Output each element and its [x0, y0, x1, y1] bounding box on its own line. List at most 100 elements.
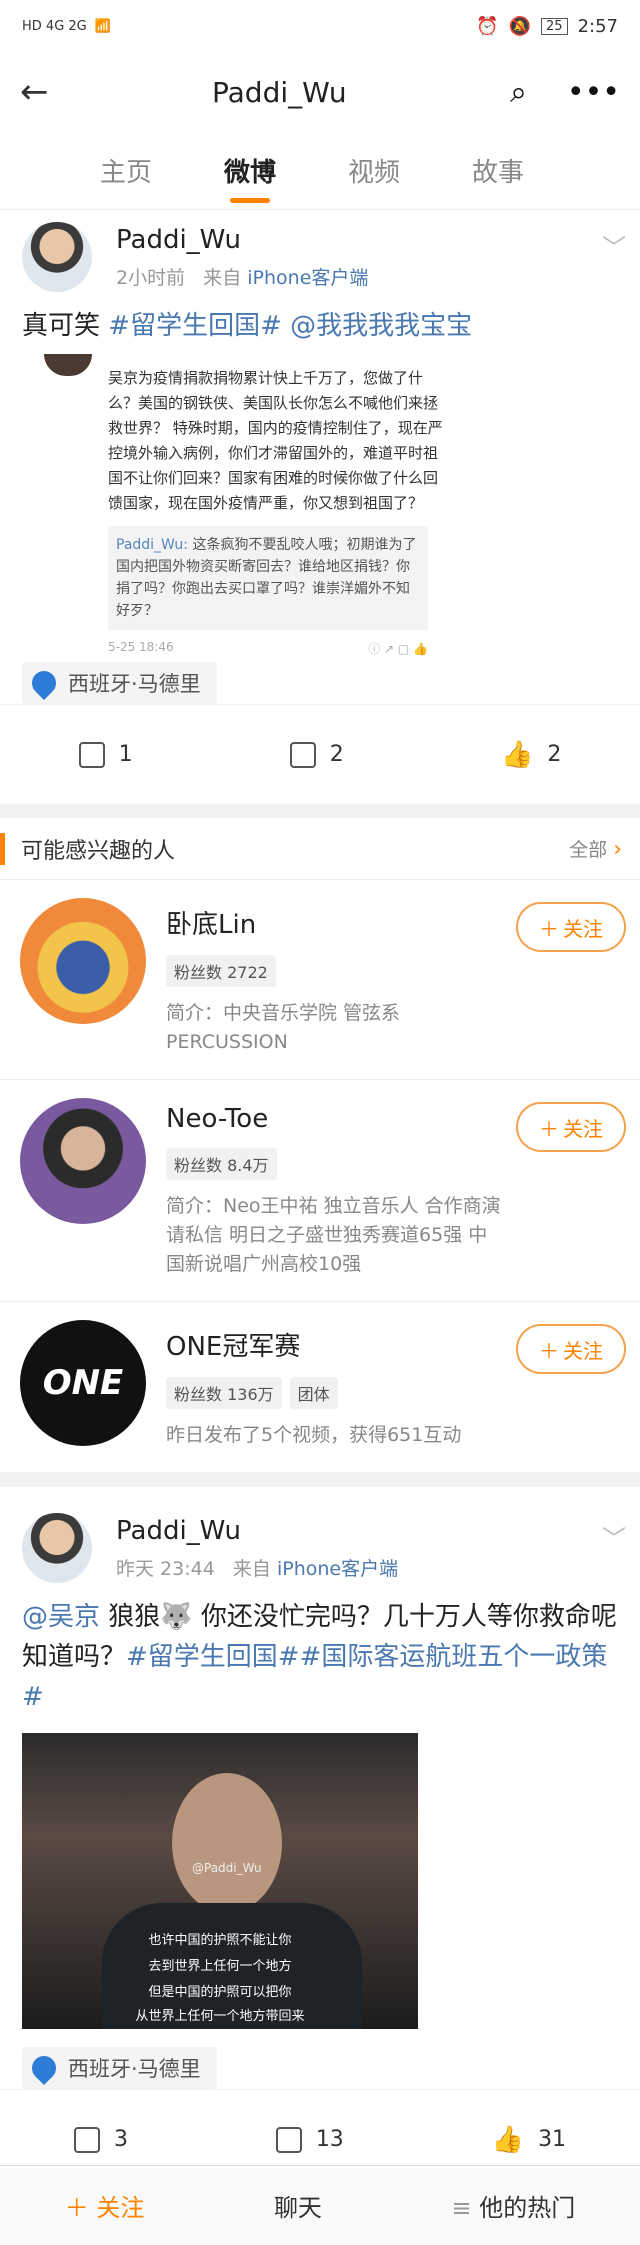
chat-button[interactable]: 聊天	[274, 2188, 322, 2223]
post-author[interactable]: Paddi_Wu	[116, 1516, 398, 1546]
plus-icon: ＋	[539, 1338, 559, 1363]
suggest-item[interactable]: ONE ONE冠军赛 粉丝数 136万 团体 昨日发布了5个视频，获得651互动 …	[0, 1302, 640, 1473]
tab-story[interactable]: 故事	[472, 152, 524, 189]
comment-count: 13	[315, 2127, 344, 2152]
chevron-right-icon: ›	[613, 837, 622, 862]
image-subtitle: 但是中国的护照可以把你	[148, 1985, 292, 2000]
post-author[interactable]: Paddi_Wu	[116, 225, 368, 255]
network-label: HD 4G 2G	[22, 18, 87, 34]
post-text-plain: 真可笑	[22, 311, 101, 341]
plus-icon: ＋	[539, 916, 559, 941]
weibo-post[interactable]: Paddi_Wu 2小时前 来自 iPhone客户端 ﹀ 真可笑 #留学生回国#…	[0, 210, 640, 804]
hot-button[interactable]: ≡ 他的热门	[451, 2188, 575, 2223]
avatar[interactable]	[22, 222, 92, 292]
avatar[interactable]	[20, 1098, 146, 1224]
reply-author: Paddi_Wu:	[116, 537, 188, 553]
thumbs-up-icon: 👍	[501, 739, 534, 770]
bottom-nav: ＋ 关注 聊天 ≡ 他的热门	[0, 2165, 640, 2245]
person-desc: 昨日发布了5个视频，获得651互动	[166, 1424, 462, 1446]
post-meta: 昨天 23:44 来自 iPhone客户端	[116, 1554, 398, 1581]
like-button[interactable]: 👍 31	[492, 2125, 566, 2155]
hot-label: 他的热门	[479, 2194, 576, 2222]
comment-button[interactable]: 13	[275, 2126, 344, 2153]
post-source[interactable]: iPhone客户端	[277, 1558, 398, 1580]
battery-level: 25	[541, 17, 568, 35]
post-meta: 2小时前 来自 iPhone客户端	[116, 263, 368, 290]
like-button[interactable]: 👍 2	[501, 740, 561, 770]
status-bar: HD 4G 2G 📶 ⏰ 🔕 25 2:57	[0, 0, 640, 52]
location-label: 西班牙·马德里	[68, 672, 201, 696]
page-title: Paddi_Wu	[212, 75, 347, 109]
chevron-down-icon[interactable]: ﹀	[602, 228, 626, 263]
quoted-screenshot[interactable]: 吴京为疫情捐款捐物累计快上千万了，您做了什么？美国的钢铁侠、美国队长你怎么不喊他…	[44, 354, 444, 656]
plus-icon: ＋	[64, 2194, 97, 2222]
quote-text: 吴京为疫情捐款捐物累计快上千万了，您做了什么？美国的钢铁侠、美国队长你怎么不喊他…	[108, 369, 443, 512]
repost-button[interactable]: 3	[73, 2126, 128, 2153]
fans-count: 粉丝数 136万	[166, 1377, 282, 1409]
tab-weibo[interactable]: 微博	[224, 152, 276, 189]
follow-label: 关注	[563, 916, 603, 941]
mute-icon: 🔕	[508, 15, 532, 37]
avatar[interactable]	[22, 1513, 92, 1583]
quote-icons: ⓘ ↗ ▢ 👍	[368, 642, 428, 656]
follow-button[interactable]: ＋关注	[516, 1324, 626, 1374]
comment-button[interactable]: 2	[289, 741, 344, 768]
follow-button[interactable]: ＋关注	[516, 1102, 626, 1152]
thumbs-up-icon: 👍	[491, 2124, 525, 2155]
image-subtitle: 去到世界上任何一个地方	[148, 1959, 292, 1974]
see-all-label: 全部	[569, 839, 608, 861]
status-right: ⏰ 🔕 25 2:57	[476, 16, 618, 37]
suggest-title: 可能感兴趣的人	[0, 832, 175, 865]
follow-label: 关注	[563, 1116, 603, 1141]
image-subtitle: 从世界上任何一个地方带回来	[135, 2009, 305, 2024]
person-desc: 简介：Neo王中祐 独立音乐人 合作商演请私信 明日之子盛世独秀赛道65强 中国…	[166, 1195, 501, 1275]
mention-link[interactable]: @吴京	[22, 1602, 100, 1632]
comment-icon	[275, 2126, 302, 2153]
see-all-link[interactable]: 全部 ›	[569, 835, 622, 862]
tab-home[interactable]: 主页	[100, 152, 152, 189]
top-bar: ← Paddi_Wu ⌕ •••	[0, 52, 640, 132]
location-label: 西班牙·马德里	[68, 2057, 201, 2081]
fans-count: 粉丝数 2722	[166, 955, 276, 987]
post-time: 2小时前	[116, 266, 186, 289]
more-icon[interactable]: •••	[567, 75, 620, 110]
comment-icon	[289, 741, 316, 768]
repost-count: 1	[118, 742, 133, 767]
follow-nav-label: 关注	[96, 2194, 145, 2222]
post-header: Paddi_Wu 2小时前 来自 iPhone客户端	[22, 222, 618, 292]
alarm-icon: ⏰	[476, 15, 499, 37]
location-tag[interactable]: 西班牙·马德里	[22, 662, 217, 704]
source-prefix: 来自	[232, 1557, 271, 1580]
person-name[interactable]: ONE冠军赛	[166, 1326, 506, 1363]
source-prefix: 来自	[203, 266, 242, 289]
fans-count: 粉丝数 8.4万	[166, 1148, 277, 1180]
image-face	[172, 1773, 282, 1913]
hashtag-link[interactable]: #留学生回国#	[108, 311, 282, 341]
mention-link[interactable]: @我我我我宝宝	[290, 311, 472, 341]
divider	[0, 1473, 640, 1487]
search-icon[interactable]: ⌕	[510, 75, 527, 110]
plus-icon: ＋	[539, 1116, 559, 1141]
back-arrow-icon[interactable]: ←	[20, 72, 49, 112]
person-name[interactable]: Neo-Toe	[166, 1104, 506, 1134]
person-name[interactable]: 卧底Lin	[166, 904, 506, 941]
weibo-post[interactable]: Paddi_Wu 昨天 23:44 来自 iPhone客户端 ﹀ @吴京 狼狼🐺…	[0, 1487, 640, 2189]
post-image[interactable]: @Paddi_Wu 也许中国的护照不能让你 去到世界上任何一个地方 但是中国的护…	[22, 1733, 418, 2029]
avatar[interactable]	[20, 898, 146, 1024]
location-tag[interactable]: 西班牙·马德里	[22, 2047, 217, 2089]
chevron-down-icon[interactable]: ﹀	[602, 1519, 626, 1554]
post-source[interactable]: iPhone客户端	[247, 267, 368, 289]
image-subtitle: 也许中国的护照不能让你	[148, 1933, 292, 1948]
wifi-icon: 📶	[94, 18, 111, 34]
like-count: 2	[547, 742, 562, 767]
follow-nav-button[interactable]: ＋ 关注	[65, 2188, 145, 2223]
follow-button[interactable]: ＋关注	[516, 902, 626, 952]
suggest-item[interactable]: Neo-Toe 粉丝数 8.4万 简介：Neo王中祐 独立音乐人 合作商演请私信…	[0, 1080, 640, 1302]
comment-count: 2	[329, 742, 344, 767]
avatar[interactable]: ONE	[20, 1320, 146, 1446]
suggest-item[interactable]: 卧底Lin 粉丝数 2722 简介：中央音乐学院 管弦系 PERCUSSION …	[0, 880, 640, 1080]
profile-tabs: 主页 微博 视频 故事	[0, 132, 640, 210]
repost-count: 3	[113, 2127, 128, 2152]
repost-button[interactable]: 1	[78, 741, 133, 768]
tab-video[interactable]: 视频	[348, 152, 400, 189]
